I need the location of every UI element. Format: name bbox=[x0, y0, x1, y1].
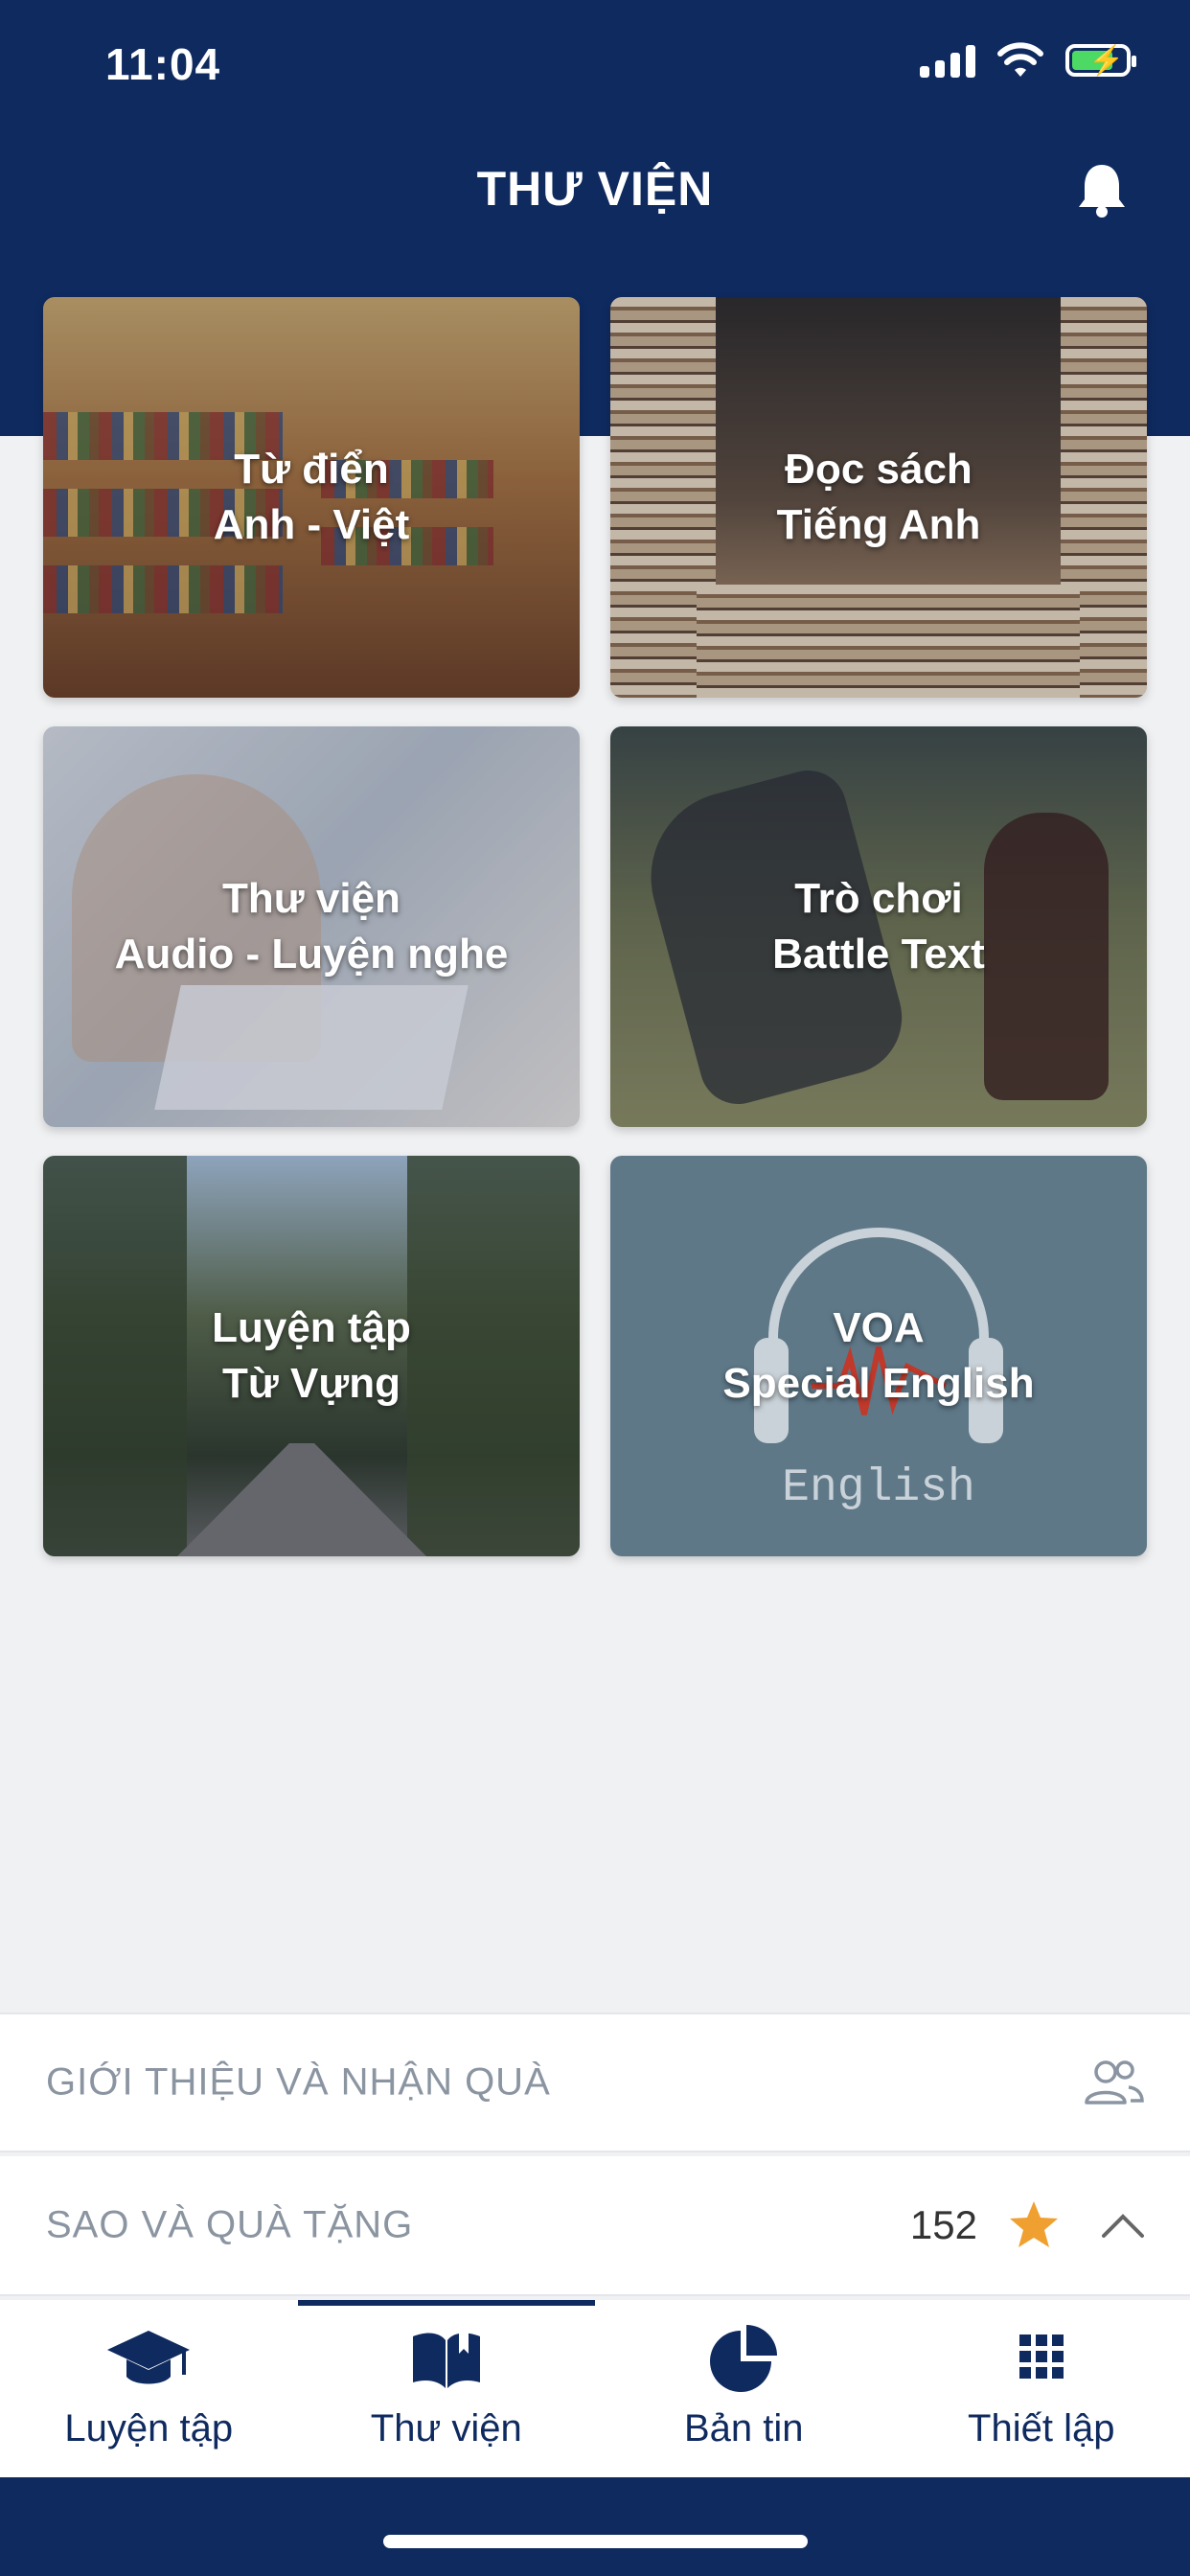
audio-library-card[interactable]: Thư viện Audio - Luyện nghe bbox=[43, 726, 580, 1127]
card-label: Từ điển Anh - Việt bbox=[213, 446, 410, 548]
dictionary-card[interactable]: Từ điển Anh - Việt bbox=[43, 297, 580, 698]
card-label: Luyện tập Từ Vựng bbox=[212, 1304, 411, 1407]
graduation-cap-icon bbox=[107, 2331, 191, 2384]
cellular-signal-icon bbox=[920, 43, 975, 78]
wifi-icon bbox=[997, 42, 1043, 77]
invite-label: GIỚI THIỆU VÀ NHẬN QUÀ bbox=[46, 2060, 551, 2104]
card-label: Thư viện Audio - Luyện nghe bbox=[114, 875, 509, 978]
tab-label: Luyện tập bbox=[64, 2407, 234, 2450]
status-icons: ⚡ bbox=[920, 42, 1136, 79]
tab-library[interactable]: Thư viện bbox=[297, 2300, 596, 2477]
chevron-up-icon[interactable] bbox=[1099, 2209, 1147, 2242]
status-time: 11:04 bbox=[105, 39, 221, 89]
users-icon bbox=[1085, 2060, 1144, 2104]
tab-settings[interactable]: Thiết lập bbox=[893, 2300, 1190, 2477]
stars-gifts-label: SAO VÀ QUÀ TẶNG bbox=[46, 2203, 414, 2246]
tab-label: Thiết lập bbox=[968, 2407, 1115, 2450]
card-label: Đọc sách Tiếng Anh bbox=[776, 446, 981, 548]
reading-card[interactable]: Đọc sách Tiếng Anh bbox=[610, 297, 1147, 698]
stars-count: 152 bbox=[909, 2202, 977, 2247]
open-book-icon bbox=[412, 2331, 480, 2388]
page-title: THƯ VIỆN bbox=[476, 162, 714, 216]
library-grid: Từ điển Anh - Việt Đọc sách Tiếng Anh Th… bbox=[43, 297, 1147, 1556]
battery-icon: ⚡ bbox=[1065, 44, 1136, 77]
pie-chart-icon bbox=[710, 2325, 778, 2392]
battle-text-game-card[interactable]: Trò chơi Battle Text bbox=[610, 726, 1147, 1127]
voa-logo-text: English bbox=[782, 1462, 975, 1514]
tab-label: Thư viện bbox=[370, 2407, 522, 2450]
stars-gifts-panel[interactable]: SAO VÀ QUÀ TẶNG 152 bbox=[0, 2156, 1190, 2296]
home-bar-background bbox=[0, 2477, 1190, 2576]
invite-panel[interactable]: GIỚI THIỆU VÀ NHẬN QUÀ bbox=[0, 2012, 1190, 2152]
tab-news[interactable]: Bản tin bbox=[595, 2300, 893, 2477]
bell-icon[interactable] bbox=[1075, 161, 1129, 218]
tab-practice[interactable]: Luyện tập bbox=[0, 2300, 298, 2477]
card-label: VOA Special English bbox=[722, 1304, 1035, 1407]
grid-icon bbox=[1018, 2334, 1064, 2379]
bottom-tab-bar: Luyện tập Thư viện Bản tin Thiết lập bbox=[0, 2300, 1190, 2477]
star-icon bbox=[1010, 2201, 1058, 2247]
tab-label: Bản tin bbox=[683, 2407, 804, 2450]
card-label: Trò chơi Battle Text bbox=[772, 875, 985, 978]
voa-special-english-card[interactable]: VOA Special English English bbox=[610, 1156, 1147, 1556]
vocabulary-practice-card[interactable]: Luyện tập Từ Vựng bbox=[43, 1156, 580, 1556]
home-indicator[interactable] bbox=[383, 2535, 808, 2548]
